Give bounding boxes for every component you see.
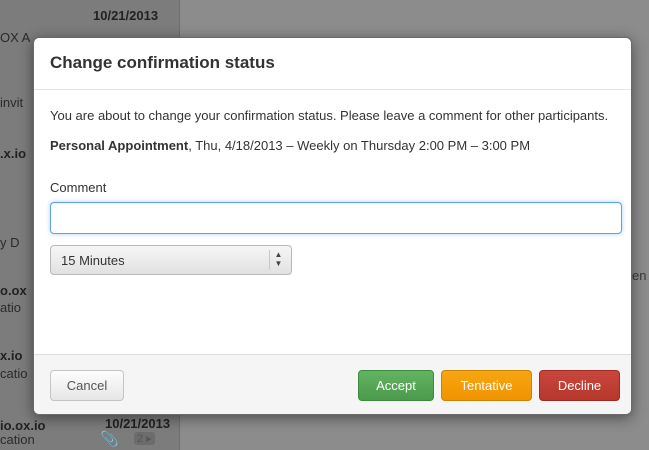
bg-text: y D (0, 235, 20, 250)
bg-text: o.ox (0, 283, 27, 298)
bg-thread-count: 2 ▸ (134, 432, 155, 445)
confirmation-dialog: Change confirmation status You are about… (33, 37, 632, 415)
comment-input[interactable] (50, 202, 622, 234)
bg-date: 10/21/2013 (93, 8, 159, 23)
bg-text: .x.io (0, 146, 27, 161)
comment-label: Comment (50, 180, 107, 195)
dialog-message: You are about to change your confirmatio… (50, 108, 609, 123)
bg-text: io.ox.io (0, 418, 46, 433)
bg-date: 10/21/2013 (105, 416, 171, 431)
accept-button[interactable]: Accept (358, 370, 434, 401)
reminder-selected-value: 15 Minutes (61, 253, 125, 268)
decline-button[interactable]: Decline (539, 370, 620, 401)
appointment-title: Personal Appointment (50, 138, 189, 153)
paperclip-icon: 📎 (100, 431, 119, 448)
dialog-header: Change confirmation status (34, 38, 631, 90)
appointment-summary: Personal Appointment, Thu, 4/18/2013 – W… (50, 136, 615, 156)
cancel-button[interactable]: Cancel (50, 370, 124, 401)
dialog-title: Change confirmation status (50, 53, 275, 72)
bg-text: catio (0, 366, 28, 381)
bg-text: OX A (0, 30, 31, 45)
bg-text: cation (0, 432, 35, 447)
appointment-details: , Thu, 4/18/2013 – Weekly on Thursday 2:… (188, 138, 531, 153)
dialog-footer: Cancel Accept Tentative Decline (34, 354, 631, 414)
up-down-arrows-icon: ▲ ▼ (269, 250, 285, 270)
reminder-select[interactable]: 15 Minutes ▲ ▼ (50, 245, 292, 275)
dialog-body: You are about to change your confirmatio… (34, 90, 631, 275)
bg-text: invit (0, 95, 24, 110)
bg-text: atio (0, 300, 21, 315)
bg-text: x.io (0, 348, 23, 363)
bg-text: en (632, 268, 647, 283)
tentative-button[interactable]: Tentative (441, 370, 532, 401)
